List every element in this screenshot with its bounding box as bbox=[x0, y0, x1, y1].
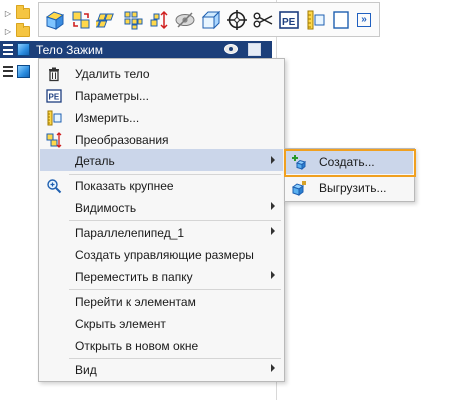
submenu-arrow-icon bbox=[271, 202, 275, 210]
parameters-icon: PE bbox=[46, 88, 62, 104]
crosshair-icon[interactable] bbox=[225, 7, 249, 33]
menu-item-go-to-elements[interactable]: Перейти к элементам bbox=[40, 291, 283, 312]
menu-lines-icon bbox=[3, 44, 13, 55]
point-array-icon[interactable] bbox=[95, 7, 119, 33]
menu-item-create-driving-dimensions[interactable]: Создать управляющие размеры bbox=[40, 244, 283, 265]
hide-eye-icon[interactable] bbox=[173, 7, 197, 33]
submenu-item-label: Выгрузить... bbox=[319, 181, 387, 195]
menu-item-zoom-in[interactable]: Показать крупнее bbox=[40, 175, 283, 196]
solid-cube-icon[interactable] bbox=[43, 7, 67, 33]
toolbar-overflow-button[interactable]: » bbox=[357, 12, 371, 27]
svg-text:PE: PE bbox=[282, 17, 296, 28]
svg-text:PE: PE bbox=[49, 93, 60, 102]
zoom-icon bbox=[46, 178, 62, 194]
menu-item-view[interactable]: Вид bbox=[40, 359, 283, 380]
frame-icon[interactable] bbox=[329, 7, 353, 33]
menu-item-measure[interactable]: Измерить... bbox=[40, 107, 283, 128]
export-part-icon bbox=[291, 180, 307, 196]
submenu-arrow-icon bbox=[271, 156, 275, 164]
tree-item-body-selected[interactable]: Тело Зажим bbox=[0, 41, 272, 58]
menu-separator bbox=[69, 220, 281, 221]
tree-item-label: Тело Зажим bbox=[36, 42, 103, 57]
menu-item-delete-body[interactable]: Удалить тело bbox=[40, 63, 283, 84]
transform-icon bbox=[46, 132, 62, 148]
expand-icon[interactable]: ▷ bbox=[3, 22, 13, 40]
measure-ruler-icon[interactable] bbox=[303, 7, 327, 33]
menu-item-label: Параметры... bbox=[75, 89, 149, 103]
menu-item-visibility[interactable]: Видимость bbox=[40, 197, 283, 218]
menu-item-hide-element[interactable]: Скрыть элемент bbox=[40, 313, 283, 334]
transform-shape-icon[interactable] bbox=[69, 7, 93, 33]
menu-item-label: Преобразования bbox=[75, 133, 169, 147]
scissors-icon[interactable] bbox=[251, 7, 275, 33]
menu-item-label: Измерить... bbox=[75, 111, 140, 125]
menu-item-move-to-folder[interactable]: Переместить в папку bbox=[40, 266, 283, 287]
submenu-arrow-icon bbox=[271, 271, 275, 279]
menu-item-open-in-new-window[interactable]: Открыть в новом окне bbox=[40, 335, 283, 356]
body-cube-icon bbox=[17, 43, 30, 56]
trash-icon bbox=[46, 66, 62, 82]
point-grid-icon[interactable] bbox=[121, 7, 145, 33]
measure-arrows-icon[interactable] bbox=[147, 7, 171, 33]
menu-lines-icon bbox=[3, 65, 13, 77]
menu-item-label: Создать управляющие размеры bbox=[75, 248, 254, 262]
menu-item-label: Вид bbox=[75, 363, 97, 377]
tree-folder-row-2[interactable]: ▷ bbox=[0, 22, 30, 40]
part-submenu: Создать... Выгрузить... bbox=[284, 148, 415, 202]
menu-separator bbox=[69, 289, 281, 290]
menu-item-label: Переместить в папку bbox=[75, 270, 193, 284]
menu-item-label: Параллелепипед_1 bbox=[75, 226, 185, 240]
context-menu: Удалить тело PE Параметры... Измерить...… bbox=[38, 58, 285, 382]
menu-item-label: Скрыть элемент bbox=[75, 317, 166, 331]
menu-item-label: Перейти к элементам bbox=[75, 295, 196, 309]
menu-item-part[interactable]: Деталь bbox=[40, 149, 283, 171]
measure-icon bbox=[46, 110, 62, 126]
wireframe-cube-icon[interactable] bbox=[199, 7, 223, 33]
menu-item-label: Видимость bbox=[75, 201, 137, 215]
menu-item-transformations[interactable]: Преобразования bbox=[40, 129, 283, 150]
submenu-item-label: Создать... bbox=[319, 155, 375, 169]
folder-icon bbox=[16, 22, 30, 37]
submenu-item-export[interactable]: Выгрузить... bbox=[286, 176, 413, 200]
submenu-arrow-icon bbox=[271, 227, 275, 235]
floating-toolbar: PE » bbox=[38, 2, 380, 37]
expand-icon[interactable]: ▷ bbox=[3, 4, 13, 22]
tree-item-body-2[interactable] bbox=[0, 62, 30, 80]
menu-item-label: Открыть в новом окне bbox=[75, 339, 199, 353]
visibility-eye-icon[interactable] bbox=[224, 44, 238, 54]
menu-item-label: Показать крупнее bbox=[75, 179, 174, 193]
folder-icon bbox=[16, 4, 30, 19]
item-state-box-icon[interactable] bbox=[248, 43, 261, 56]
menu-item-label: Деталь bbox=[75, 154, 115, 168]
body-cube-icon bbox=[17, 64, 30, 78]
submenu-arrow-icon bbox=[271, 364, 275, 372]
create-part-icon bbox=[291, 154, 307, 171]
submenu-item-create[interactable]: Создать... bbox=[286, 150, 413, 174]
menu-item-parameters[interactable]: PE Параметры... bbox=[40, 85, 283, 106]
menu-item-parallelepiped[interactable]: Параллелепипед_1 bbox=[40, 222, 283, 243]
menu-item-label: Удалить тело bbox=[75, 67, 150, 81]
tree-folder-row-1[interactable]: ▷ bbox=[0, 4, 30, 22]
parameters-icon[interactable]: PE bbox=[277, 7, 301, 33]
